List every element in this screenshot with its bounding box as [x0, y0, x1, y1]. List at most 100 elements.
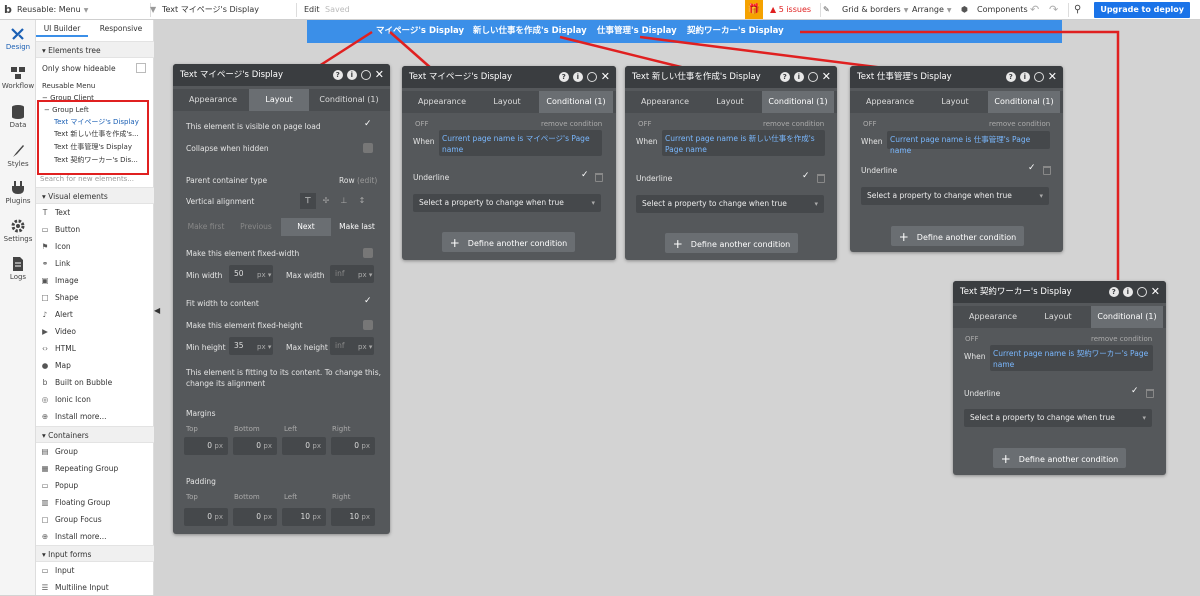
align-center-icon[interactable]: ✢: [318, 193, 334, 209]
make-first-button[interactable]: Make first: [181, 218, 231, 236]
margin-bottom-label: Bottom: [234, 425, 260, 433]
margin-top-input[interactable]: 0 px: [184, 437, 228, 455]
underline-checkbox[interactable]: [1130, 386, 1140, 398]
info-icon[interactable]: i: [1019, 72, 1030, 82]
define-condition-button[interactable]: + Define another condition: [891, 226, 1024, 246]
margin-bottom-value: 0: [256, 441, 262, 450]
remove-condition-link[interactable]: remove condition: [541, 120, 602, 128]
min-height-label: Min height: [186, 343, 226, 352]
margin-bottom-input[interactable]: 0 px: [233, 437, 277, 455]
tab-appearance[interactable]: Appearance: [961, 306, 1025, 328]
remove-condition-link[interactable]: remove condition: [763, 120, 824, 128]
previous-button[interactable]: Previous: [231, 218, 281, 236]
property-select[interactable]: Select a property to change when true: [861, 187, 1049, 205]
comment-icon[interactable]: [807, 72, 818, 82]
help-icon[interactable]: ?: [779, 72, 790, 82]
info-icon[interactable]: i: [1122, 287, 1133, 297]
unit-label: px: [214, 442, 223, 450]
align-stretch-icon[interactable]: ↕: [354, 193, 370, 209]
when-label: When: [413, 137, 435, 146]
condition-expression[interactable]: Current page name is マイページ's Page name: [439, 130, 602, 156]
visible-on-load-checkbox[interactable]: [363, 119, 373, 131]
remove-condition-link[interactable]: remove condition: [1091, 335, 1152, 343]
margin-left-input[interactable]: 0 px: [282, 437, 326, 455]
close-icon[interactable]: ✕: [1151, 281, 1160, 303]
comment-icon[interactable]: [1136, 287, 1147, 297]
parent-type-value[interactable]: Row (edit): [339, 176, 377, 185]
help-icon[interactable]: ?: [558, 72, 569, 82]
tab-appearance[interactable]: Appearance: [633, 91, 697, 113]
condition-off-label[interactable]: OFF: [415, 120, 429, 128]
tab-conditional[interactable]: Conditional (1): [988, 91, 1060, 113]
tab-appearance[interactable]: Appearance: [181, 89, 245, 111]
condition-expression[interactable]: Current page name is 仕事管理's Page name: [887, 131, 1050, 155]
trash-icon[interactable]: [1146, 389, 1154, 398]
max-height-unit[interactable]: px ▾: [358, 343, 372, 351]
define-condition-button[interactable]: + Define another condition: [442, 232, 575, 252]
remove-condition-link[interactable]: remove condition: [989, 120, 1050, 128]
define-condition-button[interactable]: + Define another condition: [665, 233, 798, 253]
trash-icon[interactable]: [817, 174, 825, 183]
info-icon[interactable]: i: [346, 70, 357, 80]
tab-conditional[interactable]: Conditional (1): [762, 91, 834, 113]
tab-layout[interactable]: Layout: [1029, 306, 1087, 328]
max-width-unit[interactable]: px ▾: [358, 271, 372, 279]
tab-conditional[interactable]: Conditional (1): [539, 91, 613, 113]
help-icon[interactable]: ?: [332, 70, 343, 80]
unit-label: px: [263, 513, 272, 521]
tab-layout[interactable]: Layout: [249, 89, 309, 111]
plus-icon: +: [898, 230, 909, 244]
fixed-width-checkbox[interactable]: [363, 248, 373, 258]
condition-off-label[interactable]: OFF: [965, 335, 979, 343]
align-bottom-icon[interactable]: ⊥: [336, 193, 352, 209]
help-icon[interactable]: ?: [1005, 72, 1016, 82]
underline-checkbox[interactable]: [580, 170, 590, 182]
close-icon[interactable]: ✕: [375, 64, 384, 86]
min-width-unit[interactable]: px ▾: [257, 271, 271, 279]
property-select[interactable]: Select a property to change when true: [964, 409, 1152, 427]
define-condition-button[interactable]: + Define another condition: [993, 448, 1126, 468]
condition-off-label[interactable]: OFF: [863, 120, 877, 128]
tab-conditional[interactable]: Conditional (1): [311, 89, 387, 111]
tab-layout[interactable]: Layout: [701, 91, 759, 113]
padding-bottom-value: 0: [256, 512, 262, 521]
comment-icon[interactable]: [586, 72, 597, 82]
tab-appearance[interactable]: Appearance: [858, 91, 922, 113]
underline-checkbox[interactable]: [801, 171, 811, 183]
condition-expression[interactable]: Current page name is 新しい仕事を作成's Page nam…: [662, 130, 825, 156]
comment-icon[interactable]: [1033, 72, 1044, 82]
trash-icon[interactable]: [1043, 166, 1051, 175]
make-last-button[interactable]: Make last: [331, 218, 383, 236]
min-height-unit[interactable]: px ▾: [257, 343, 271, 351]
padding-bottom-input[interactable]: 0 px: [233, 508, 277, 526]
padding-top-input[interactable]: 0 px: [184, 508, 228, 526]
property-select[interactable]: Select a property to change when true: [413, 194, 601, 212]
property-select[interactable]: Select a property to change when true: [636, 195, 824, 213]
padding-left-label: Left: [284, 493, 298, 501]
align-top-icon[interactable]: ⊤: [300, 193, 316, 209]
fixed-height-checkbox[interactable]: [363, 320, 373, 330]
next-button[interactable]: Next: [281, 218, 331, 236]
close-icon[interactable]: ✕: [822, 66, 831, 88]
help-icon[interactable]: ?: [1108, 287, 1119, 297]
fit-width-checkbox[interactable]: [363, 296, 373, 308]
info-icon[interactable]: i: [793, 72, 804, 82]
close-icon[interactable]: ✕: [1048, 66, 1057, 88]
comment-icon[interactable]: [360, 70, 371, 80]
collapse-hidden-checkbox[interactable]: [363, 143, 373, 153]
trash-icon[interactable]: [595, 173, 603, 182]
padding-right-input[interactable]: 10 px: [331, 508, 375, 526]
tab-layout[interactable]: Layout: [478, 91, 536, 113]
close-icon[interactable]: ✕: [601, 66, 610, 88]
condition-off-label[interactable]: OFF: [638, 120, 652, 128]
padding-label: Padding: [186, 477, 216, 486]
underline-checkbox[interactable]: [1027, 163, 1037, 175]
tab-conditional[interactable]: Conditional (1): [1091, 306, 1163, 328]
margin-right-input[interactable]: 0 px: [331, 437, 375, 455]
condition-expression[interactable]: Current page name is 契約ワーカー's Page name: [990, 345, 1153, 371]
padding-left-input[interactable]: 10 px: [282, 508, 326, 526]
tab-layout[interactable]: Layout: [926, 91, 984, 113]
unit-label: px: [257, 271, 266, 279]
tab-appearance[interactable]: Appearance: [410, 91, 474, 113]
info-icon[interactable]: i: [572, 72, 583, 82]
